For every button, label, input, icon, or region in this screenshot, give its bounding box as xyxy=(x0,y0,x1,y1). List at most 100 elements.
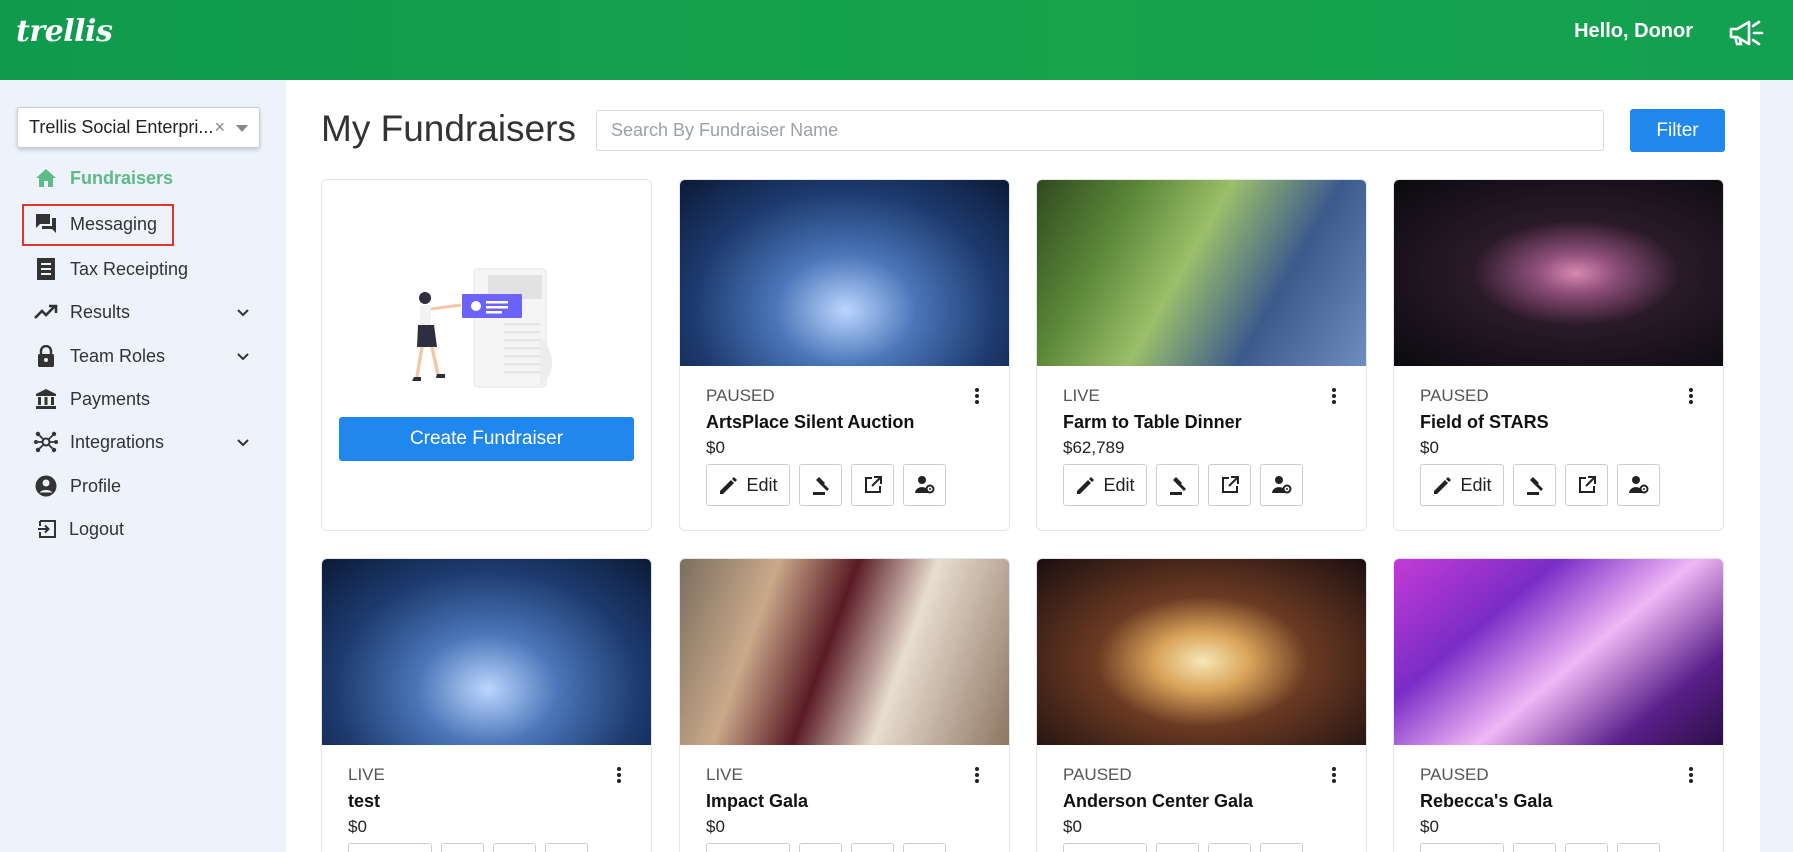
receipt-icon xyxy=(34,257,58,281)
sidebar-item-payments[interactable]: Payments xyxy=(34,384,150,414)
fundraiser-image[interactable] xyxy=(1037,180,1366,366)
open-link-button[interactable] xyxy=(1208,464,1251,506)
fundraiser-name: Field of STARS xyxy=(1420,412,1549,432)
manage-users-button[interactable] xyxy=(545,843,588,852)
fundraiser-illustration xyxy=(412,268,552,388)
filter-button[interactable]: Filter xyxy=(1630,109,1725,152)
more-options-icon[interactable] xyxy=(1689,386,1695,406)
gavel-icon xyxy=(1526,477,1543,495)
auction-button[interactable] xyxy=(799,843,842,852)
edit-button[interactable]: Edit xyxy=(706,464,790,506)
chevron-down-icon[interactable] xyxy=(236,436,250,450)
open-link-button[interactable] xyxy=(1208,843,1251,852)
sidebar: Trellis Social Enterpri... × xyxy=(0,80,286,852)
sidebar-item-label: Integrations xyxy=(70,431,165,452)
chevron-down-icon[interactable] xyxy=(236,306,250,320)
fundraiser-name: Rebecca's Gala xyxy=(1420,791,1553,811)
edit-button[interactable]: Edit xyxy=(1063,464,1147,506)
pencil-icon xyxy=(1077,477,1095,494)
organization-select-value: Trellis Social Enterpri... xyxy=(29,117,214,137)
fundraiser-card[interactable]: PAUSED ArtsPlace Silent Auction $0 Edit xyxy=(679,179,1010,531)
gavel-icon xyxy=(812,477,829,495)
edit-button[interactable]: Edit xyxy=(348,843,432,852)
card-actions: Edit xyxy=(706,843,946,852)
manage-users-button[interactable] xyxy=(1260,464,1303,506)
fundraiser-image[interactable] xyxy=(680,559,1009,745)
status-badge: LIVE xyxy=(1063,386,1100,405)
open-in-new-icon xyxy=(1221,476,1239,493)
auction-button[interactable] xyxy=(1156,843,1199,852)
sidebar-item-tax-receipting[interactable]: Tax Receipting xyxy=(34,254,188,284)
more-options-icon[interactable] xyxy=(975,765,981,785)
manage-users-button[interactable] xyxy=(903,843,946,852)
manage-users-button[interactable] xyxy=(1617,464,1660,506)
fundraiser-image[interactable] xyxy=(680,180,1009,366)
open-link-button[interactable] xyxy=(1565,464,1608,506)
open-in-new-icon xyxy=(1578,476,1596,493)
trellis-logo[interactable]: trellis xyxy=(16,14,113,49)
logout-icon xyxy=(36,517,60,541)
sidebar-item-results[interactable]: Results xyxy=(34,297,130,327)
gavel-icon xyxy=(1169,477,1186,495)
auction-button[interactable] xyxy=(441,843,484,852)
megaphone-icon[interactable] xyxy=(1727,18,1767,48)
hub-icon xyxy=(34,430,58,454)
fundraiser-card[interactable]: LIVE test $0 Edit xyxy=(321,558,652,852)
amount-raised: $0 xyxy=(1063,817,1082,836)
more-options-icon[interactable] xyxy=(1332,765,1338,785)
edit-button[interactable]: Edit xyxy=(1063,843,1147,852)
status-badge: LIVE xyxy=(706,765,743,784)
edit-label: Edit xyxy=(1460,474,1492,495)
sidebar-item-label: Tax Receipting xyxy=(70,258,189,279)
create-fundraiser-card: Create Fundraiser xyxy=(321,179,652,531)
create-fundraiser-button[interactable]: Create Fundraiser xyxy=(339,417,634,461)
fundraiser-image[interactable] xyxy=(1394,559,1723,745)
open-link-button[interactable] xyxy=(851,464,894,506)
open-link-button[interactable] xyxy=(1565,843,1608,852)
open-link-button[interactable] xyxy=(851,843,894,852)
edit-button[interactable]: Edit xyxy=(706,843,790,852)
bank-icon xyxy=(34,387,58,411)
fundraiser-image[interactable] xyxy=(322,559,651,745)
fundraiser-image[interactable] xyxy=(1394,180,1723,366)
fundraiser-name: Impact Gala xyxy=(706,791,809,811)
auction-button[interactable] xyxy=(1156,464,1199,506)
auction-button[interactable] xyxy=(799,464,842,506)
manage-users-button[interactable] xyxy=(903,464,946,506)
sidebar-item-team-roles[interactable]: Team Roles xyxy=(34,341,165,371)
clear-icon[interactable]: × xyxy=(214,117,225,138)
fundraiser-card[interactable]: PAUSED Field of STARS $0 Edit xyxy=(1393,179,1724,531)
fundraiser-card[interactable]: PAUSED Anderson Center Gala $0 Edit xyxy=(1036,558,1367,852)
fundraiser-card[interactable]: LIVE Impact Gala $0 Edit xyxy=(679,558,1010,852)
more-options-icon[interactable] xyxy=(617,765,623,785)
sidebar-item-label: Payments xyxy=(70,388,151,409)
auction-button[interactable] xyxy=(1513,843,1556,852)
trending-up-icon xyxy=(34,300,58,324)
fundraiser-card[interactable]: PAUSED Rebecca's Gala $0 Edit xyxy=(1393,558,1724,852)
sidebar-item-integrations[interactable]: Integrations xyxy=(34,427,164,457)
organization-select[interactable]: Trellis Social Enterpri... × xyxy=(17,107,260,148)
more-options-icon[interactable] xyxy=(1332,386,1338,406)
more-options-icon[interactable] xyxy=(1689,765,1695,785)
fundraiser-card[interactable]: LIVE Farm to Table Dinner $62,789 Edit xyxy=(1036,179,1367,531)
home-icon xyxy=(34,166,58,190)
more-options-icon[interactable] xyxy=(975,386,981,406)
caret-down-icon[interactable] xyxy=(236,125,248,132)
chevron-down-icon[interactable] xyxy=(236,350,250,364)
user-gear-icon xyxy=(914,476,934,494)
card-actions: Edit xyxy=(1063,464,1303,506)
fundraiser-image[interactable] xyxy=(1037,559,1366,745)
amount-raised: $0 xyxy=(1420,817,1439,836)
open-link-button[interactable] xyxy=(493,843,536,852)
search-input[interactable]: Search By Fundraiser Name xyxy=(596,110,1604,151)
sidebar-item-profile[interactable]: Profile xyxy=(34,471,121,501)
sidebar-item-fundraisers[interactable]: Fundraisers xyxy=(34,163,173,193)
manage-users-button[interactable] xyxy=(1260,843,1303,852)
manage-users-button[interactable] xyxy=(1617,843,1660,852)
auction-button[interactable] xyxy=(1513,464,1556,506)
amount-raised: $0 xyxy=(348,817,367,836)
sidebar-item-logout[interactable]: Logout xyxy=(36,514,124,544)
edit-label: Edit xyxy=(1103,474,1135,495)
edit-button[interactable]: Edit xyxy=(1420,464,1504,506)
edit-button[interactable]: Edit xyxy=(1420,843,1504,852)
